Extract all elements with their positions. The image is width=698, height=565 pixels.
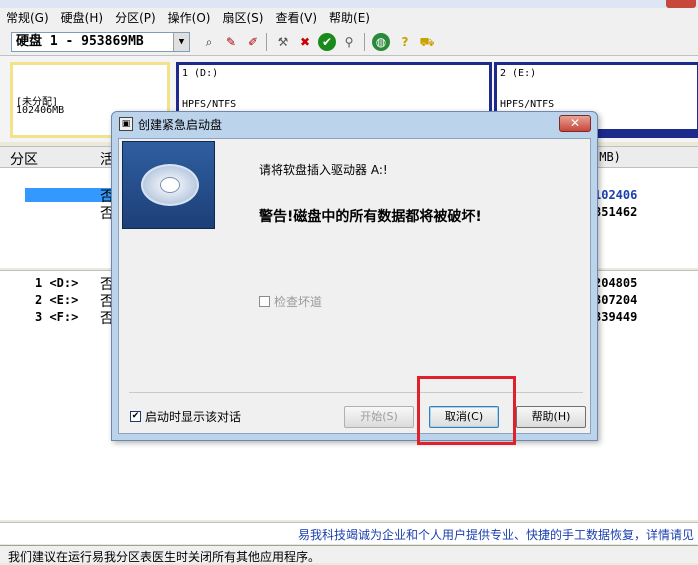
help-icon[interactable]: ? xyxy=(396,33,414,51)
column-header-partition[interactable]: 分区 xyxy=(10,149,38,169)
partition-label: 1 (D:) xyxy=(182,68,219,79)
menu-view[interactable]: 查看(V) xyxy=(269,8,323,28)
write-icon[interactable]: ✎ xyxy=(222,33,240,51)
disk-select-value: 硬盘 1 - 953869MB xyxy=(16,34,144,49)
edit-icon[interactable]: ✐ xyxy=(244,33,262,51)
tool-icon[interactable]: ⚒ xyxy=(274,33,292,51)
row-size: 307204 xyxy=(594,293,638,307)
menu-general[interactable]: 常规(G) xyxy=(0,8,55,28)
row-size: 204805 xyxy=(594,276,638,290)
dialog-app-icon: ▣ xyxy=(119,117,133,131)
dialog-body: 请将软盘插入驱动器 A:! 警告!磁盘中的所有数据都将被破坏! 检查坏道 ✔ 启… xyxy=(118,138,591,434)
app-close-button[interactable] xyxy=(666,0,696,8)
unallocated-size: 102406MB xyxy=(16,105,65,116)
emergency-disk-dialog: ▣ 创建紧急启动盘 ✕ 请将软盘插入驱动器 A:! 警告!磁盘中的所有数据都将被… xyxy=(111,111,598,441)
check-bad-sectors-option: 检查坏道 xyxy=(259,293,322,310)
dialog-titlebar[interactable]: ▣ 创建紧急启动盘 ✕ xyxy=(112,112,597,136)
partition-fs: HPFS/NTFS xyxy=(182,99,237,110)
row-size: 102406 xyxy=(594,188,638,202)
row-name: 1 <D:> xyxy=(35,276,79,290)
close-icon[interactable]: ✕ xyxy=(559,115,591,132)
partition-label: 2 (E:) xyxy=(500,68,537,79)
show-on-start-label: 启动时显示该对话 xyxy=(145,410,242,424)
chevron-down-icon[interactable]: ▼ xyxy=(173,33,189,51)
row-name: 2 <E:> xyxy=(35,293,79,307)
floppy-drive-image xyxy=(122,141,215,229)
menu-partition[interactable]: 分区(P) xyxy=(109,8,162,28)
drive-button-graphic xyxy=(141,164,199,206)
menu-operation[interactable]: 操作(O) xyxy=(162,8,217,28)
search-icon[interactable]: ⚲ xyxy=(340,33,358,51)
dialog-warning: 警告!磁盘中的所有数据都将被破坏! xyxy=(259,209,482,225)
toolbar-separator xyxy=(364,33,365,51)
search-disk-icon[interactable]: ⌕ xyxy=(200,33,218,51)
cancel-highlight-box xyxy=(417,376,516,445)
toolbar-separator xyxy=(266,33,267,51)
menu-help[interactable]: 帮助(E) xyxy=(323,8,376,28)
start-button[interactable]: 开始(S) xyxy=(344,406,414,428)
show-on-start-checkbox[interactable]: ✔ xyxy=(130,411,141,422)
row-name: 3 <F:> xyxy=(35,310,79,324)
row-size: 339449 xyxy=(594,310,638,324)
help-button[interactable]: 帮助(H) xyxy=(516,406,586,428)
status-text: 我们建议在运行易我分区表医生时关闭所有其他应用程序。 xyxy=(8,550,321,564)
row-size: 851462 xyxy=(594,205,638,219)
info-banner: 易我科技竭诚为企业和个人用户提供专业、快捷的手工数据恢复，详情请见 xyxy=(0,522,698,544)
toolbar: 硬盘 1 - 953869MB ▼ ⌕ ✎ ✐ ⚒ ✖ ✔ ⚲ ◍ ? ⛟ xyxy=(0,28,698,56)
globe-icon[interactable]: ◍ xyxy=(372,33,390,51)
menu-sector[interactable]: 扇区(S) xyxy=(216,8,269,28)
check-bad-sectors-label: 检查坏道 xyxy=(274,295,323,309)
info-banner-text[interactable]: 易我科技竭诚为企业和个人用户提供专业、快捷的手工数据恢复，详情请见 xyxy=(298,526,694,543)
statusbar: 我们建议在运行易我分区表医生时关闭所有其他应用程序。 xyxy=(0,545,698,564)
partition-fs: HPFS/NTFS xyxy=(500,99,555,110)
menu-disk[interactable]: 硬盘(H) xyxy=(55,8,109,28)
disk-select[interactable]: 硬盘 1 - 953869MB ▼ xyxy=(11,32,190,52)
dialog-message: 请将软盘插入驱动器 A:! xyxy=(259,163,388,177)
show-on-start-option: ✔ 启动时显示该对话 xyxy=(130,408,241,425)
check-icon[interactable]: ✔ xyxy=(318,33,336,51)
dialog-title: 创建紧急启动盘 xyxy=(138,118,223,132)
menubar: 常规(G) 硬盘(H) 分区(P) 操作(O) 扇区(S) 查看(V) 帮助(E… xyxy=(0,8,698,28)
cart-icon[interactable]: ⛟ xyxy=(418,33,436,51)
app-titlebar xyxy=(0,0,698,8)
check-bad-sectors-checkbox[interactable] xyxy=(259,296,270,307)
delete-icon[interactable]: ✖ xyxy=(296,33,314,51)
